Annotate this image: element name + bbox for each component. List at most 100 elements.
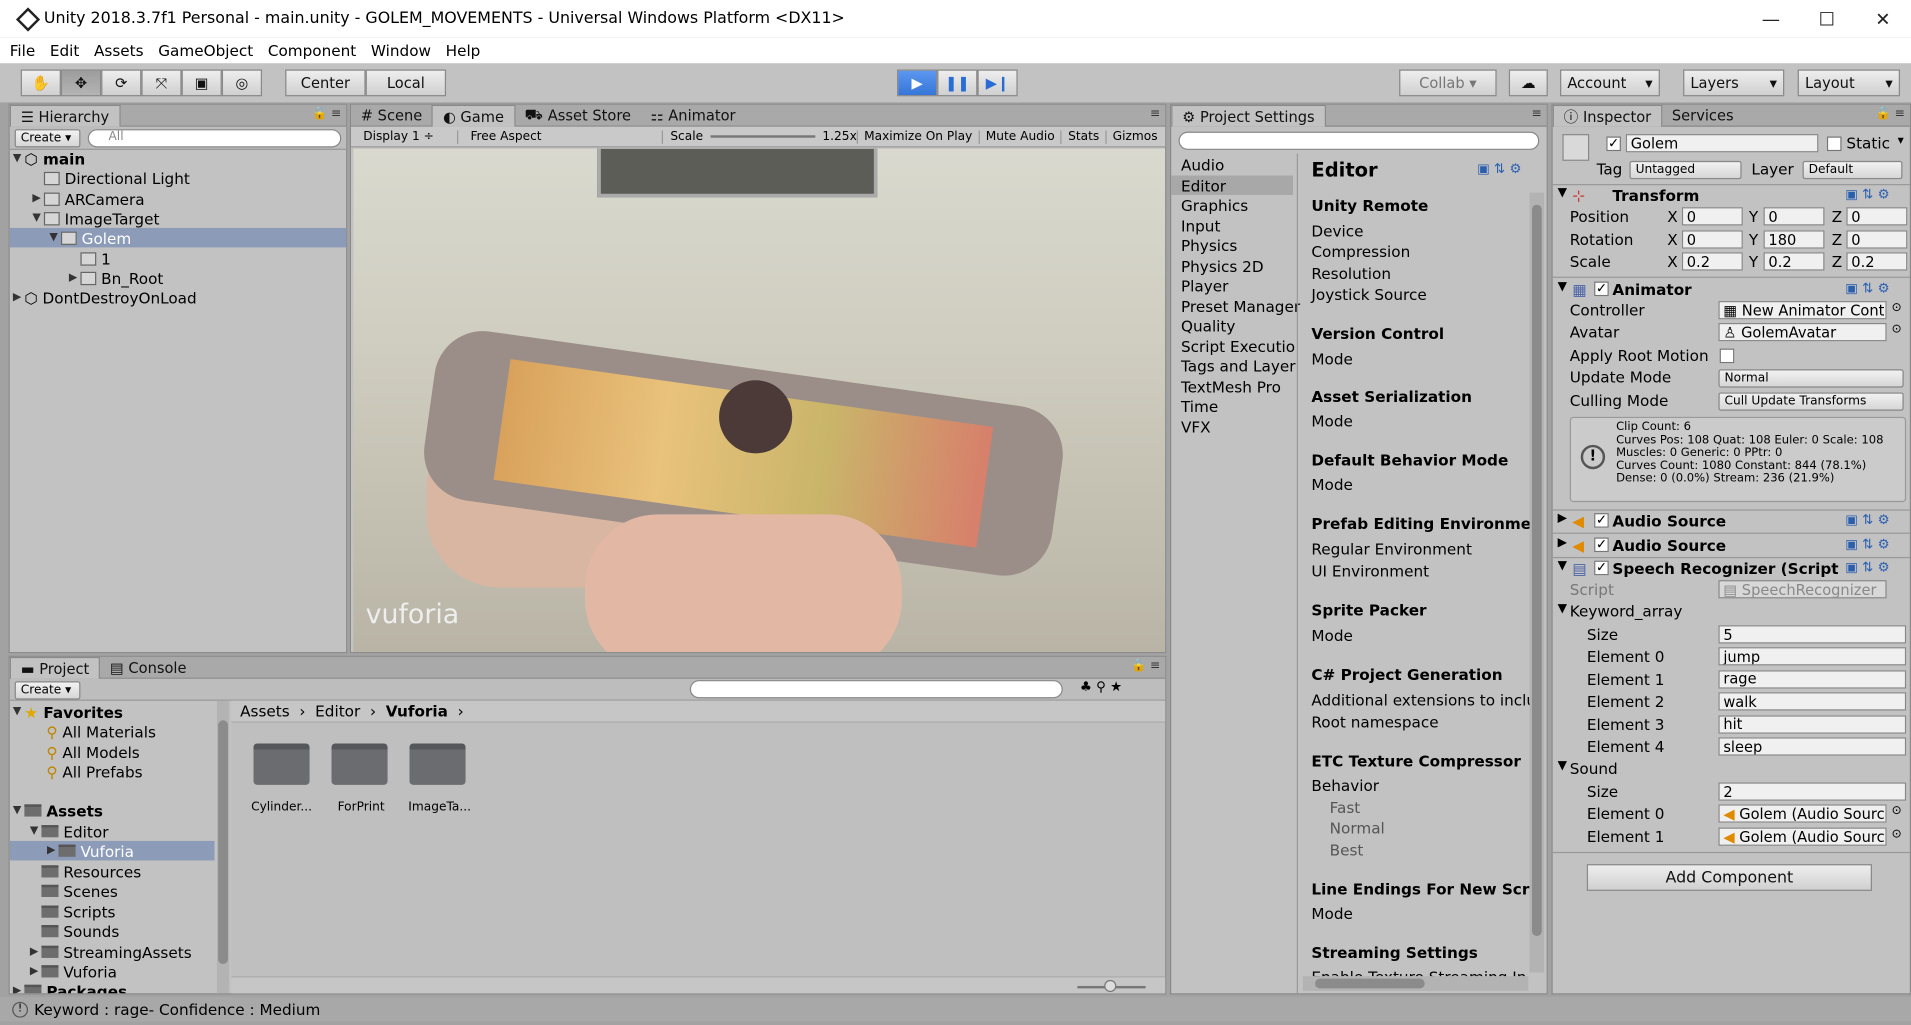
- aspect-dropdown[interactable]: Free Aspect: [458, 129, 663, 144]
- project-search-input[interactable]: [689, 680, 1063, 699]
- horizontal-scrollbar[interactable]: [1302, 976, 1529, 991]
- object-picker-icon[interactable]: ⊙: [1892, 323, 1902, 336]
- tree-all-materials[interactable]: ⚲ All Materials: [10, 722, 215, 742]
- maximize-button[interactable]: ☐: [1799, 0, 1855, 38]
- scale-y-field[interactable]: 0.2: [1763, 252, 1825, 271]
- sound-size-field[interactable]: 2: [1718, 782, 1907, 801]
- rotate-tool-icon[interactable]: ⟳: [101, 69, 142, 97]
- tree-scrollbar[interactable]: [216, 700, 230, 994]
- hand-tool-icon[interactable]: ✋: [20, 69, 61, 97]
- folder-forprint[interactable]: [331, 743, 391, 789]
- hierarchy-item-arcamera[interactable]: ▶ ARCamera: [10, 189, 346, 209]
- rotation-y-field[interactable]: 180: [1763, 230, 1825, 249]
- breadcrumb-assets[interactable]: Assets: [240, 702, 290, 720]
- foldout-arrow[interactable]: ▶: [1558, 536, 1567, 549]
- object-picker-icon[interactable]: ⊙: [1892, 804, 1902, 817]
- menu-window[interactable]: Window: [364, 41, 439, 59]
- layout-dropdown[interactable]: Layout ▾: [1797, 69, 1901, 97]
- settings-category-player[interactable]: Player: [1171, 275, 1293, 295]
- object-picker-icon[interactable]: ⊙: [1892, 301, 1902, 314]
- tree-scenes[interactable]: Scenes: [10, 881, 215, 901]
- static-checkbox[interactable]: [1826, 136, 1842, 152]
- hierarchy-item-golem[interactable]: ▼ Golem: [9, 227, 347, 248]
- stats-button[interactable]: Stats: [1062, 129, 1107, 144]
- folder-imagetarget[interactable]: [409, 743, 469, 789]
- settings-category-graphics[interactable]: Graphics: [1171, 195, 1293, 215]
- panel-menu-icon[interactable]: 🔒 ≡: [312, 107, 341, 120]
- pause-button[interactable]: ❚❚: [937, 69, 978, 97]
- settings-category-tags-layers[interactable]: Tags and Layer: [1171, 356, 1296, 376]
- tree-vuforia[interactable]: ▶ Vuforia: [10, 962, 215, 982]
- settings-category-physics-2d[interactable]: Physics 2D: [1171, 256, 1293, 276]
- tab-project-settings[interactable]: ⚙ Project Settings: [1171, 104, 1326, 127]
- tree-editor[interactable]: ▼ Editor: [10, 821, 215, 841]
- rotation-z-field[interactable]: 0: [1846, 230, 1908, 249]
- settings-category-quality[interactable]: Quality: [1171, 316, 1293, 336]
- foldout-arrow[interactable]: ▼: [1558, 602, 1567, 615]
- tree-all-prefabs[interactable]: ⚲ All Prefabs: [10, 762, 215, 782]
- audio-source-header[interactable]: Audio Source: [1612, 536, 1726, 554]
- foldout-arrow[interactable]: ▼: [1558, 186, 1567, 199]
- position-y-field[interactable]: 0: [1763, 207, 1825, 226]
- scale-tool-icon[interactable]: ⤧: [141, 69, 182, 97]
- keyword-element-field[interactable]: hit: [1718, 714, 1907, 734]
- breadcrumb-vuforia[interactable]: Vuforia: [386, 702, 448, 720]
- transform-tool-icon[interactable]: ◎: [221, 69, 263, 97]
- sound-element-field[interactable]: ◀ Golem (Audio Sourc: [1718, 827, 1887, 846]
- slider-thumb[interactable]: [1104, 979, 1117, 993]
- pivot-local-button[interactable]: Local: [365, 69, 447, 97]
- close-button[interactable]: ✕: [1855, 0, 1911, 38]
- tree-sounds[interactable]: Sounds: [10, 921, 215, 941]
- component-help-icon[interactable]: ▣ ⇅ ⚙: [1845, 186, 1889, 202]
- menu-help[interactable]: Help: [438, 41, 487, 59]
- play-button[interactable]: ▶: [897, 69, 938, 97]
- keyword-element-field[interactable]: sleep: [1718, 737, 1907, 756]
- component-help-icon[interactable]: ▣ ⇅ ⚙: [1845, 559, 1889, 575]
- settings-category-physics[interactable]: Physics: [1171, 235, 1293, 255]
- menu-component[interactable]: Component: [261, 41, 364, 59]
- project-create-button[interactable]: Create ▾: [14, 681, 81, 700]
- active-checkbox[interactable]: ✓: [1606, 136, 1621, 152]
- hierarchy-create-button[interactable]: Create ▾: [14, 129, 81, 148]
- root-motion-checkbox[interactable]: [1719, 348, 1735, 364]
- settings-category-input[interactable]: Input: [1171, 216, 1293, 236]
- menu-file[interactable]: File: [0, 41, 43, 59]
- audio-source-header[interactable]: Audio Source: [1612, 512, 1726, 530]
- component-help-icon[interactable]: ▣ ⇅ ⚙: [1845, 280, 1889, 296]
- tag-dropdown[interactable]: Untagged: [1629, 160, 1742, 180]
- tree-scripts[interactable]: Scripts: [10, 902, 215, 922]
- mute-audio-button[interactable]: Mute Audio: [980, 129, 1063, 144]
- position-x-field[interactable]: 0: [1681, 207, 1743, 226]
- panel-menu-icon[interactable]: ≡: [1150, 107, 1160, 120]
- keyword-element-field[interactable]: rage: [1718, 669, 1907, 688]
- static-dropdown-arrow[interactable]: ▾: [1898, 134, 1904, 147]
- tree-packages[interactable]: ▶ Packages: [10, 981, 215, 994]
- keyword-element-field[interactable]: jump: [1718, 647, 1907, 666]
- sound-array-label[interactable]: Sound: [1570, 759, 1618, 777]
- status-bar[interactable]: ! Keyword : rage- Confidence : Medium: [0, 996, 1911, 1022]
- tab-animator[interactable]: ⚏ Animator: [641, 105, 746, 127]
- layer-dropdown[interactable]: Default: [1802, 160, 1903, 180]
- keyword-size-field[interactable]: 5: [1718, 625, 1907, 644]
- position-z-field[interactable]: 0: [1846, 207, 1908, 226]
- hierarchy-item-bn-root[interactable]: ▶ Bn_Root: [10, 268, 346, 288]
- tab-hierarchy[interactable]: ☰ Hierarchy: [9, 104, 121, 127]
- layers-dropdown[interactable]: Layers ▾: [1683, 69, 1785, 97]
- foldout-arrow[interactable]: ▼: [1558, 280, 1567, 293]
- hierarchy-item-imagetarget[interactable]: ▼ ImageTarget: [10, 208, 346, 228]
- settings-category-audio[interactable]: Audio: [1171, 155, 1293, 175]
- settings-category-editor[interactable]: Editor: [1171, 175, 1294, 195]
- scale-x-field[interactable]: 0.2: [1681, 252, 1743, 271]
- settings-category-script-execution[interactable]: Script Executio: [1171, 336, 1295, 356]
- help-preset-gear-icons[interactable]: ▣ ⇅ ⚙: [1477, 161, 1526, 177]
- scene-row-main[interactable]: ▼ ⬡ main: [10, 149, 346, 169]
- avatar-field[interactable]: ♙ GolemAvatar: [1718, 322, 1887, 342]
- search-filter-icons[interactable]: ♣ ⚲ ★: [1080, 679, 1122, 695]
- audio-source-enabled-checkbox[interactable]: ✓: [1594, 537, 1609, 553]
- minimize-button[interactable]: —: [1743, 0, 1799, 38]
- display-dropdown[interactable]: Display 1 ÷: [351, 129, 459, 144]
- settings-category-preset-manager[interactable]: Preset Manager: [1171, 296, 1300, 316]
- tree-assets[interactable]: ▼ Assets: [10, 801, 215, 821]
- menu-assets[interactable]: Assets: [87, 41, 151, 59]
- breadcrumb-editor[interactable]: Editor: [315, 702, 360, 720]
